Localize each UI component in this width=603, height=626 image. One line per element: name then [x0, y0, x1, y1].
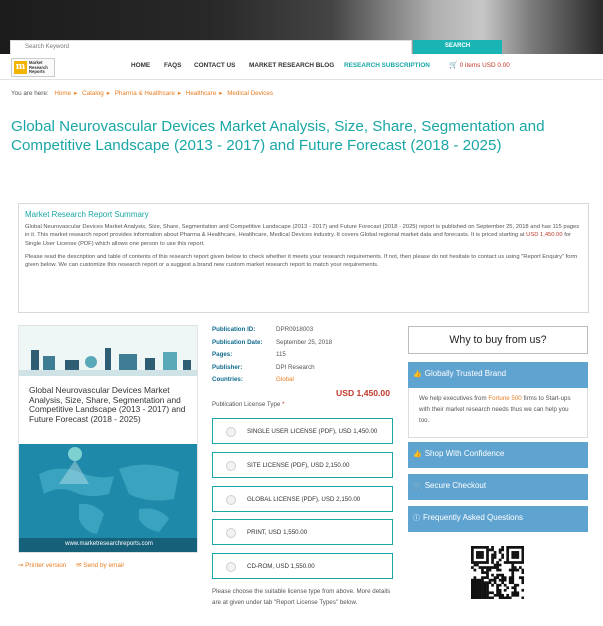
globally-trusted-brand-header: 👍 Globally Trusted Brand: [408, 362, 588, 388]
detail-pages: Pages: 115: [212, 351, 286, 358]
nav-home[interactable]: HOME: [131, 62, 150, 69]
nav-contact-us[interactable]: CONTACT US: [194, 62, 235, 69]
printer-version-link[interactable]: ⇝ Printer version: [18, 562, 66, 569]
thumbs-up-icon: 👍: [413, 451, 422, 458]
license-radio[interactable]: [226, 528, 236, 538]
license-option-global[interactable]: GLOBAL LICENSE (PDF), USD 2,150.00: [212, 486, 393, 512]
license-option-print[interactable]: PRINT, USD 1,550.00: [212, 519, 393, 545]
license-radio[interactable]: [226, 562, 236, 572]
summary-paragraph-1: Global Neurovascular Devices Market Anal…: [25, 224, 580, 247]
report-price: USD 1,450.00: [336, 388, 390, 398]
send-by-email-link[interactable]: ✉ Send by email: [76, 562, 124, 569]
breadcrumb-prefix: You are here:: [11, 90, 49, 97]
hero-banner: Search Keyword SEARCH: [0, 0, 603, 54]
logo-mark-icon: m: [14, 61, 27, 74]
license-option-single-user[interactable]: SINGLE USER LICENSE (PDF), USD 1,450.00: [212, 418, 393, 444]
license-type-label: Publication License Type *: [212, 401, 285, 408]
cart-icon: 🛒: [413, 483, 422, 490]
page-title: Global Neurovascular Devices Market Anal…: [11, 118, 545, 154]
nav-research-subscription[interactable]: RESEARCH SUBSCRIPTION: [344, 62, 430, 69]
report-actions: ⇝ Printer version ✉ Send by email: [18, 561, 132, 569]
lab-illustration: [19, 326, 197, 376]
detail-publication-date: Publication Date: September 25, 2018: [212, 338, 333, 346]
breadcrumb-medical-devices[interactable]: Medical Devices: [227, 90, 273, 97]
search-button[interactable]: SEARCH: [413, 40, 502, 54]
cart-icon: 🛒: [449, 62, 458, 69]
qr-code-icon: [471, 546, 525, 600]
summary-paragraph-2: Please read the description and table of…: [25, 253, 578, 269]
why-buy-heading: Why to buy from us?: [408, 326, 588, 354]
world-map-graphic: [19, 444, 197, 552]
search-input[interactable]: Search Keyword: [10, 40, 412, 54]
breadcrumb-pharma-healthcare[interactable]: Pharma & Healthcare: [115, 90, 175, 97]
detail-publisher: Publisher: DPI Research: [212, 363, 315, 371]
question-circle-icon: ⓘ: [413, 515, 420, 522]
globally-trusted-brand-body: We help executives from Fortune 500 firm…: [408, 388, 588, 438]
printer-icon: ⇝: [18, 562, 24, 569]
breadcrumb-healthcare[interactable]: Healthcare: [186, 90, 216, 97]
shop-with-confidence-tab[interactable]: 👍 Shop With Confidence: [408, 442, 588, 468]
license-option-cd-rom[interactable]: CD-ROM, USD 1,550.00: [212, 553, 393, 579]
license-option-site[interactable]: SITE LICENSE (PDF), USD 2,150.00: [212, 452, 393, 478]
breadcrumb-home[interactable]: Home: [54, 90, 71, 97]
faq-tab[interactable]: ⓘ Frequently Asked Questions: [408, 506, 588, 532]
license-radio[interactable]: [226, 461, 236, 471]
secure-checkout-tab[interactable]: 🛒 Secure Checkout: [408, 474, 588, 500]
report-cover-caption: Global Neurovascular Devices Market Anal…: [29, 385, 186, 424]
cart-summary[interactable]: 🛒 0 items USD 0.00: [449, 61, 510, 69]
logo-text: Market Research Reports: [29, 60, 48, 75]
license-radio[interactable]: [226, 427, 236, 437]
site-logo[interactable]: m Market Research Reports: [11, 58, 55, 77]
report-summary: Market Research Report Summary Global Ne…: [18, 203, 589, 313]
nav-faqs[interactable]: FAQS: [164, 62, 181, 69]
breadcrumb-catalog[interactable]: Catalog: [82, 90, 104, 97]
summary-heading: Market Research Report Summary: [25, 210, 149, 219]
license-note: Please choose the suitable license type …: [212, 588, 391, 606]
main-navbar: m Market Research Reports HOME FAQS CONTAC…: [0, 54, 603, 80]
breadcrumb: You are here: Home ▸ Catalog ▸ Pharma & He…: [11, 90, 274, 97]
thumbs-up-icon: 👍: [413, 371, 422, 378]
publication-details: Publication ID: DPR0918003 Publication Da…: [212, 326, 398, 389]
report-cover-image: Global Neurovascular Devices Market Anal…: [18, 325, 198, 553]
license-radio[interactable]: [226, 495, 236, 505]
detail-countries: Countries: Global: [212, 376, 294, 383]
nav-market-research-blog[interactable]: MARKET RESEARCH BLOG: [249, 62, 334, 69]
report-cover-url: www.marketresearchreports.com: [19, 538, 197, 552]
fortune-500-link[interactable]: Fortune 500: [488, 395, 521, 402]
detail-publication-id: Publication ID: DPR0918003: [212, 326, 314, 333]
email-icon: ✉: [76, 562, 82, 569]
cart-text: 0 items USD 0.00: [459, 62, 510, 69]
